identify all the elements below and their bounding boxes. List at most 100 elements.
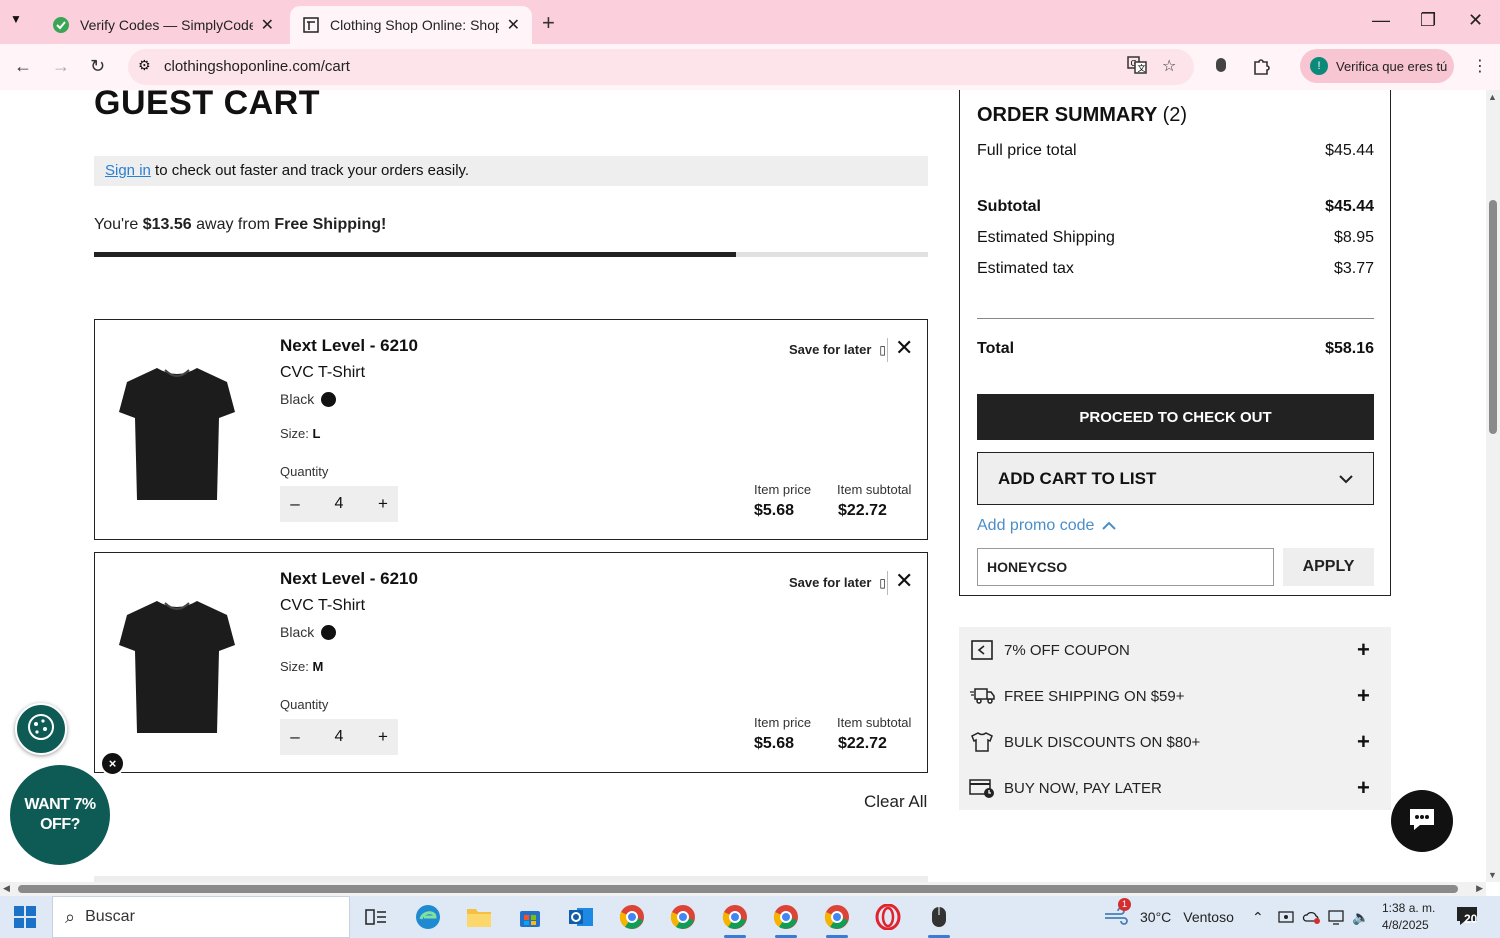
file-explorer-icon[interactable]: [464, 902, 494, 932]
decrease-quantity-button[interactable]: –: [288, 494, 302, 514]
expand-plus-icon[interactable]: +: [1357, 683, 1370, 709]
perk-label: FREE SHIPPING ON $59+: [1004, 687, 1185, 705]
restore-icon[interactable]: ❐: [1420, 10, 1436, 31]
perk-row-bulk-discounts[interactable]: BULK DISCOUNTS ON $80+ +: [959, 719, 1391, 765]
chrome-profile-icon[interactable]: [720, 902, 750, 938]
notification-center-icon[interactable]: 20: [1456, 896, 1482, 938]
product-brand[interactable]: Next Level - 6210: [280, 569, 418, 589]
vertical-scrollbar-thumb[interactable]: [1489, 200, 1497, 434]
onedrive-icon[interactable]: [1302, 896, 1322, 938]
page-title: GUEST CART: [94, 90, 320, 122]
minimize-icon[interactable]: —: [1372, 10, 1390, 31]
chrome-profile-icon[interactable]: [822, 902, 852, 938]
mouse-app-icon[interactable]: [924, 902, 954, 938]
scroll-up-arrow-icon[interactable]: ▲: [1488, 92, 1497, 102]
full-price-value: $45.44: [1325, 142, 1374, 159]
summary-count: (2): [1162, 104, 1188, 126]
tab-verify-codes[interactable]: Verify Codes — SimplyCodes ✕: [40, 6, 286, 44]
divider: [887, 338, 888, 362]
network-icon[interactable]: [1328, 896, 1346, 938]
scroll-right-arrow-icon[interactable]: ▶: [1476, 883, 1483, 894]
weather-desc: Ventoso: [1183, 909, 1234, 925]
outlook-icon[interactable]: [566, 902, 596, 932]
tax-value: $3.77: [1333, 260, 1374, 277]
volume-icon[interactable]: 🔈: [1352, 896, 1369, 938]
translate-icon[interactable]: G文: [1127, 56, 1147, 79]
tab-clothing-shop[interactable]: Clothing Shop Online: Shopping ✕: [290, 6, 532, 44]
expand-plus-icon[interactable]: +: [1357, 637, 1370, 663]
quantity-label: Quantity: [280, 464, 329, 479]
windows-start-icon[interactable]: [14, 906, 36, 933]
vertical-scrollbar[interactable]: ▲ ▼: [1486, 90, 1500, 882]
apply-promo-button[interactable]: APPLY: [1283, 548, 1374, 586]
opera-browser-icon[interactable]: [873, 902, 903, 932]
chevron-up-tray-icon[interactable]: ⌃: [1252, 896, 1264, 938]
horizontal-scrollbar[interactable]: ◀ ▶: [0, 882, 1486, 896]
back-arrow-icon[interactable]: ←: [14, 56, 32, 77]
bookmark-icon: ▯: [879, 575, 886, 590]
add-cart-to-list-dropdown[interactable]: ADD CART TO LIST: [977, 452, 1374, 505]
scroll-left-arrow-icon[interactable]: ◀: [3, 883, 10, 894]
expand-plus-icon[interactable]: +: [1357, 775, 1370, 801]
item-price: $5.68: [754, 735, 795, 752]
quantity-value[interactable]: 4: [335, 495, 344, 513]
reload-icon[interactable]: ↻: [90, 56, 105, 77]
clear-all-link[interactable]: Clear All: [864, 792, 927, 812]
chrome-profile-icon[interactable]: [668, 902, 698, 932]
save-for-later-button[interactable]: Save for later ▯: [789, 342, 886, 357]
remove-item-close-icon[interactable]: ✕: [895, 568, 913, 594]
save-for-later-button[interactable]: Save for later ▯: [789, 575, 886, 590]
shipping-amount: $13.56: [142, 216, 192, 233]
chat-widget-button[interactable]: [1391, 790, 1453, 852]
summary-title-text: ORDER SUMMARY: [977, 104, 1158, 126]
task-view-icon[interactable]: [361, 902, 391, 932]
increase-quantity-button[interactable]: +: [376, 727, 390, 747]
profile-verify-button[interactable]: ! Verifica que eres tú: [1300, 49, 1454, 83]
site-info-icon[interactable]: ⚙: [138, 57, 151, 74]
extension-mouse-icon[interactable]: [1214, 56, 1228, 79]
perk-row-free-shipping[interactable]: FREE SHIPPING ON $59+ +: [959, 673, 1391, 719]
color-swatch: [321, 391, 337, 407]
taskbar-search-box[interactable]: ⌕ Buscar: [52, 896, 350, 938]
weather-widget[interactable]: 1 30°C Ventoso: [1104, 896, 1234, 938]
chrome-profile-icon[interactable]: [771, 902, 801, 938]
product-brand[interactable]: Next Level - 6210: [280, 336, 418, 356]
chrome-profile-icon[interactable]: [617, 902, 647, 932]
expand-plus-icon[interactable]: +: [1357, 729, 1370, 755]
new-tab-plus-icon[interactable]: +: [542, 10, 555, 36]
shipping-label: Estimated Shipping: [977, 229, 1115, 246]
cart-item: Next Level - 6210 CVC T-Shirt Black Size…: [94, 319, 928, 540]
cart-item: Next Level - 6210 CVC T-Shirt Black Size…: [94, 552, 928, 773]
perk-row-pay-later[interactable]: BUY NOW, PAY LATER +: [959, 765, 1391, 811]
proceed-to-checkout-button[interactable]: PROCEED TO CHECK OUT: [977, 394, 1374, 440]
address-bar[interactable]: ⚙ clothingshoponline.com/cart: [128, 49, 1194, 85]
tab-close-icon[interactable]: ✕: [261, 15, 274, 35]
horizontal-scrollbar-thumb[interactable]: [18, 885, 1458, 893]
edge-browser-icon[interactable]: [413, 902, 443, 932]
meet-now-icon[interactable]: [1278, 896, 1294, 938]
tab-close-icon[interactable]: ✕: [507, 15, 520, 35]
cookie-settings-button[interactable]: [15, 703, 67, 755]
system-clock[interactable]: 1:38 a. m. 4/8/2025: [1382, 900, 1435, 934]
signin-link[interactable]: Sign in: [105, 162, 151, 179]
add-promo-code-toggle[interactable]: Add promo code: [977, 517, 1117, 535]
quantity-value[interactable]: 4: [335, 728, 344, 746]
close-window-icon[interactable]: ✕: [1468, 10, 1483, 31]
scroll-down-arrow-icon[interactable]: ▼: [1488, 870, 1497, 880]
perk-row-coupon[interactable]: 7% OFF COUPON +: [959, 627, 1391, 673]
discount-popup-button[interactable]: WANT 7% OFF?: [10, 765, 110, 865]
forward-arrow-icon[interactable]: →: [52, 56, 70, 77]
extensions-puzzle-icon[interactable]: [1251, 56, 1271, 81]
microsoft-store-icon[interactable]: [515, 902, 545, 932]
decrease-quantity-button[interactable]: –: [288, 727, 302, 747]
bookmark-star-icon[interactable]: ☆: [1162, 56, 1176, 76]
discount-popup-close-icon[interactable]: ×: [100, 751, 125, 776]
increase-quantity-button[interactable]: +: [376, 494, 390, 514]
browser-tab-bar: ▼ Verify Codes — SimplyCodes ✕ Clothing …: [0, 0, 1500, 44]
clock-time: 1:38 a. m.: [1382, 901, 1436, 915]
product-name: CVC T-Shirt: [280, 597, 366, 614]
browser-menu-icon[interactable]: ⋮: [1472, 56, 1488, 76]
tab-search-chevron-icon[interactable]: ▼: [10, 12, 22, 26]
promo-code-input[interactable]: [977, 548, 1274, 586]
remove-item-close-icon[interactable]: ✕: [895, 335, 913, 361]
